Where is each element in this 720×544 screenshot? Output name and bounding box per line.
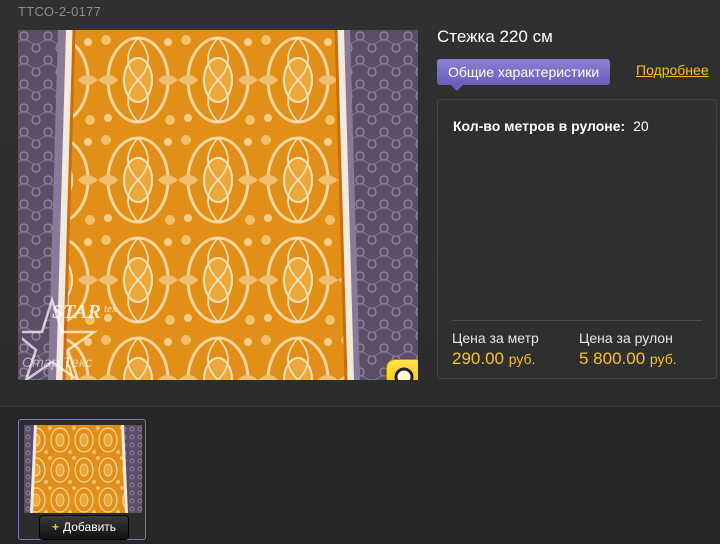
price-per-roll: Цена за рулон 5 800.00 руб. [579,330,677,369]
product-image[interactable]: STAR tex Стар Текс [18,30,418,380]
spec-value: 20 [633,118,649,134]
spec-meters-per-roll: Кол-во метров в рулоне: 20 [453,118,649,134]
price-divider [452,320,702,321]
price-per-roll-label: Цена за рулон [579,330,673,346]
product-title: Стежка 220 см [437,27,553,46]
tab-details-link[interactable]: Подробнее [636,62,709,78]
price-per-meter: Цена за метр 290.00 руб. [452,330,539,369]
product-panel: ТТСО-2-0177 STAR tex Стар Текс Стежка 22… [0,0,720,406]
magnifier-icon [394,367,414,380]
svg-text:tex: tex [104,303,117,315]
thumbnail-strip: + Добавить [0,406,720,544]
spec-label: Кол-во метров в рулоне: [453,118,626,134]
watermark-text: Стар Текс [22,354,93,370]
plus-icon: + [51,520,59,534]
tab-general-specs[interactable]: Общие характеристики [437,59,611,91]
zoom-button[interactable] [386,359,418,380]
add-button-label: Добавить [62,520,117,534]
price-per-meter-label: Цена за метр [452,330,539,346]
thumbnail-item[interactable]: + Добавить [18,419,146,540]
thumbnail-image[interactable] [24,425,142,513]
price-per-roll-value: 5 800.00 руб. [579,349,677,368]
svg-text:STAR: STAR [52,301,101,323]
add-button[interactable]: + Добавить [39,515,129,540]
product-sku: ТТСО-2-0177 [18,4,102,19]
specs-box: Кол-во метров в рулоне: 20 Цена за метр … [437,99,717,379]
price-per-meter-value: 290.00 руб. [452,349,536,368]
